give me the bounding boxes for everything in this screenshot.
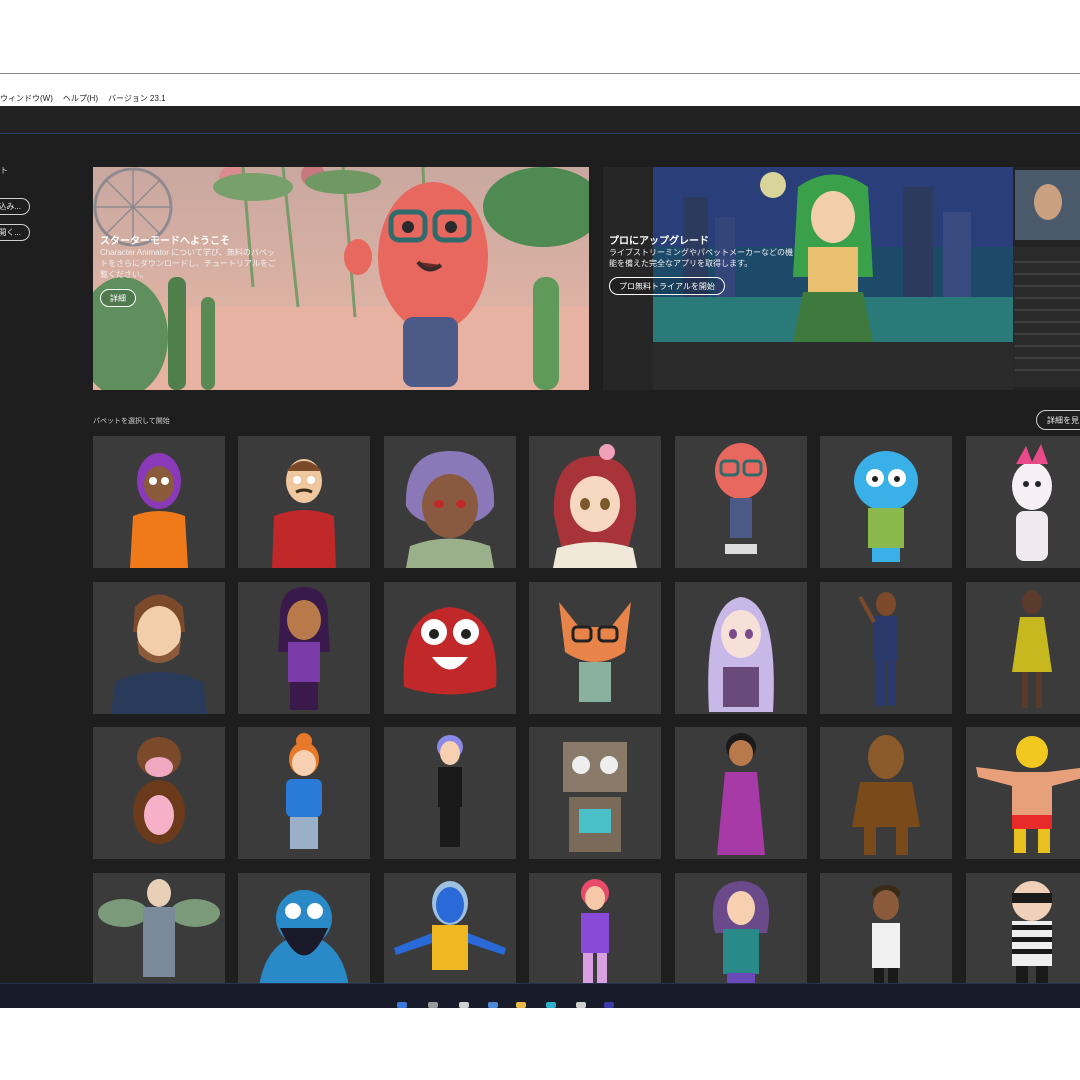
puppet-tile[interactable] (675, 873, 807, 983)
puppet-tile[interactable] (93, 582, 225, 714)
puppet-tile[interactable] (966, 873, 1080, 983)
puppet-tile[interactable] (93, 873, 225, 983)
sidebar-title: ト (0, 166, 8, 175)
puppet-tile[interactable] (384, 727, 516, 859)
puppet-tile[interactable] (820, 727, 952, 859)
windows-start-icon[interactable] (397, 1002, 407, 1008)
puppet-tile[interactable] (675, 436, 807, 568)
pro-banner-description: ライブストリーミングやパペットメーカーなどの機能を備えた完全なアプリを取得します… (609, 248, 793, 268)
starter-mode-banner: スターターモードへようこそ Character Animator について学び、… (93, 167, 589, 390)
import-button[interactable]: 込み... (0, 198, 30, 215)
window-top-border (0, 73, 1080, 74)
pro-banner-title: プロにアップグレード (609, 236, 709, 247)
app-window: ト 込み... 開く... スターターモードへようこそ Character An… (0, 106, 1080, 983)
file-explorer-icon[interactable] (516, 1002, 526, 1008)
puppet-tile[interactable] (529, 873, 661, 983)
starter-banner-description: Character Animator について学び、無料のパペットをさらにダウン… (100, 248, 276, 279)
puppet-tile[interactable] (93, 436, 225, 568)
puppet-tile[interactable] (966, 727, 1080, 859)
open-button[interactable]: 開く... (0, 224, 30, 241)
browser-icon[interactable] (546, 1002, 556, 1008)
menu-help[interactable]: ヘルプ(H) (63, 93, 98, 104)
puppet-tile[interactable] (529, 436, 661, 568)
search-icon[interactable] (428, 1002, 438, 1008)
task-view-icon[interactable] (459, 1002, 469, 1008)
menu-bar: ウィンドウ(W) ヘルプ(H) バージョン 23.1 (0, 91, 1080, 106)
puppet-section-label: パペットを選択して開始 (93, 418, 170, 425)
menu-window[interactable]: ウィンドウ(W) (0, 93, 53, 104)
puppet-tile[interactable] (675, 727, 807, 859)
puppet-tile[interactable] (675, 582, 807, 714)
pro-upgrade-banner: プロにアップグレード ライブストリーミングやパペットメーカーなどの機能を備えた完… (603, 167, 1080, 390)
puppet-tile[interactable] (966, 436, 1080, 568)
puppet-tile[interactable] (238, 727, 370, 859)
more-details-button[interactable]: 詳細を見 (1036, 410, 1080, 430)
starter-banner-title: スターターモードへようこそ (100, 236, 230, 247)
puppet-tile[interactable] (820, 873, 952, 983)
start-pro-trial-button[interactable]: プロ無料トライアルを開始 (609, 277, 725, 295)
widgets-icon[interactable] (488, 1002, 498, 1008)
puppet-tile[interactable] (238, 436, 370, 568)
puppet-tile[interactable] (384, 582, 516, 714)
puppet-tile[interactable] (238, 582, 370, 714)
puppet-tile[interactable] (384, 436, 516, 568)
puppet-tile[interactable] (820, 436, 952, 568)
taskbar (0, 983, 1080, 1008)
puppet-tile[interactable] (820, 582, 952, 714)
sidebar: ト 込み... 開く... (0, 133, 80, 983)
puppet-tile[interactable] (529, 582, 661, 714)
puppet-tile[interactable] (966, 582, 1080, 714)
menu-version: バージョン 23.1 (108, 94, 166, 103)
puppet-tile[interactable] (238, 873, 370, 983)
app-header-bar (0, 106, 1080, 134)
character-animator-icon[interactable] (604, 1002, 614, 1008)
puppet-tile[interactable] (93, 727, 225, 859)
puppet-tile[interactable] (384, 873, 516, 983)
puppet-tile[interactable] (529, 727, 661, 859)
starter-details-button[interactable]: 詳細 (100, 289, 136, 307)
store-icon[interactable] (576, 1002, 586, 1008)
